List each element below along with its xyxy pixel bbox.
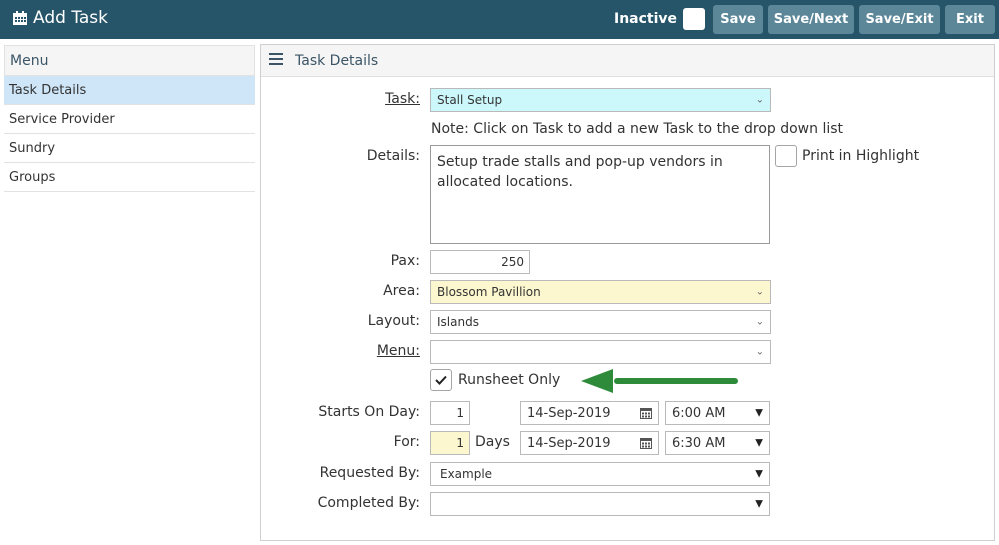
runsheet-only-label: Runsheet Only (458, 372, 561, 388)
page-title: Add Task (12, 8, 108, 28)
caret-down-icon: ▼ (755, 437, 763, 449)
details-textarea[interactable]: Setup trade stalls and pop-up vendors in… (430, 145, 770, 244)
top-bar: Add Task Inactive Save Save/Next Save/Ex… (0, 0, 999, 39)
pax-label: Pax: (390, 253, 420, 269)
caret-down-icon: ▼ (755, 498, 763, 510)
duration-unit-label: Days (475, 434, 510, 450)
inactive-toggle: Inactive (614, 8, 706, 30)
start-date-input[interactable]: 14-Sep-2019 (520, 401, 659, 425)
requested-by-value: Example (440, 467, 493, 481)
save-exit-button[interactable]: Save/Exit (859, 5, 940, 34)
end-time-value: 6:30 AM (672, 435, 726, 451)
caret-down-icon: ▼ (755, 407, 763, 419)
checkmark-icon (435, 375, 447, 385)
starts-on-day-input[interactable]: 1 (430, 401, 470, 425)
chevron-down-icon: ⌄ (755, 316, 764, 328)
menu-select[interactable]: ⌄ (430, 340, 771, 364)
sidebar-heading: Menu (4, 45, 255, 76)
area-select[interactable]: Blossom Pavillion ⌄ (430, 280, 771, 304)
details-label: Details: (366, 148, 420, 164)
sidebar-item-task-details[interactable]: Task Details (4, 76, 255, 105)
start-time-select[interactable]: 6:00 AM ▼ (665, 401, 770, 425)
page-title-text: Add Task (33, 8, 109, 28)
area-value: Blossom Pavillion (437, 285, 541, 299)
end-date-input[interactable]: 14-Sep-2019 (520, 431, 659, 455)
save-next-button[interactable]: Save/Next (768, 5, 854, 34)
for-label: For: (393, 434, 420, 450)
sidebar-item-sundry[interactable]: Sundry (4, 134, 255, 163)
task-value: Stall Setup (437, 93, 503, 107)
caret-down-icon: ▼ (755, 468, 763, 480)
area-label: Area: (383, 283, 420, 299)
hamburger-icon[interactable] (269, 52, 283, 69)
annotation-arrow-icon (581, 369, 738, 393)
calendar-icon (12, 10, 28, 26)
chevron-down-icon: ⌄ (755, 286, 764, 298)
starts-on-day-label: Starts On Day: (318, 404, 420, 420)
panel-header: Task Details (261, 45, 994, 77)
calendar-icon[interactable] (640, 407, 652, 419)
print-highlight-checkbox[interactable] (775, 145, 797, 167)
completed-by-label: Completed By: (317, 495, 420, 511)
end-date-value: 14-Sep-2019 (527, 435, 611, 451)
sidebar-item-service-provider[interactable]: Service Provider (4, 105, 255, 134)
inactive-checkbox[interactable] (683, 8, 706, 30)
panel-title: Task Details (295, 52, 379, 69)
requested-by-label: Requested By: (319, 465, 420, 481)
task-details-panel: Task Details Task: Stall Setup ⌄ Note: C… (260, 44, 995, 541)
completed-by-select[interactable]: ▼ (430, 492, 770, 516)
layout-value: Islands (437, 315, 479, 329)
save-button[interactable]: Save (713, 5, 763, 34)
start-time-value: 6:00 AM (672, 405, 726, 421)
task-label[interactable]: Task: (385, 91, 420, 107)
inactive-label: Inactive (614, 11, 678, 27)
task-note: Note: Click on Task to add a new Task to… (431, 121, 844, 137)
calendar-icon[interactable] (640, 437, 652, 449)
exit-button[interactable]: Exit (945, 5, 995, 34)
sidebar-menu: Menu Task Details Service Provider Sundr… (4, 45, 255, 192)
layout-select[interactable]: Islands ⌄ (430, 310, 771, 334)
runsheet-only-checkbox[interactable] (430, 369, 452, 391)
task-select[interactable]: Stall Setup ⌄ (430, 88, 771, 112)
menu-label[interactable]: Menu: (377, 343, 420, 359)
end-time-select[interactable]: 6:30 AM ▼ (665, 431, 770, 455)
requested-by-select[interactable]: Example ▼ (430, 462, 770, 486)
start-date-value: 14-Sep-2019 (527, 405, 611, 421)
layout-label: Layout: (367, 313, 420, 329)
sidebar-item-groups[interactable]: Groups (4, 163, 255, 192)
print-highlight-label: Print in Highlight (802, 148, 920, 164)
duration-input[interactable]: 1 (430, 431, 470, 455)
chevron-down-icon: ⌄ (755, 346, 764, 358)
pax-input[interactable]: 250 (430, 250, 530, 274)
chevron-down-icon: ⌄ (755, 94, 764, 106)
